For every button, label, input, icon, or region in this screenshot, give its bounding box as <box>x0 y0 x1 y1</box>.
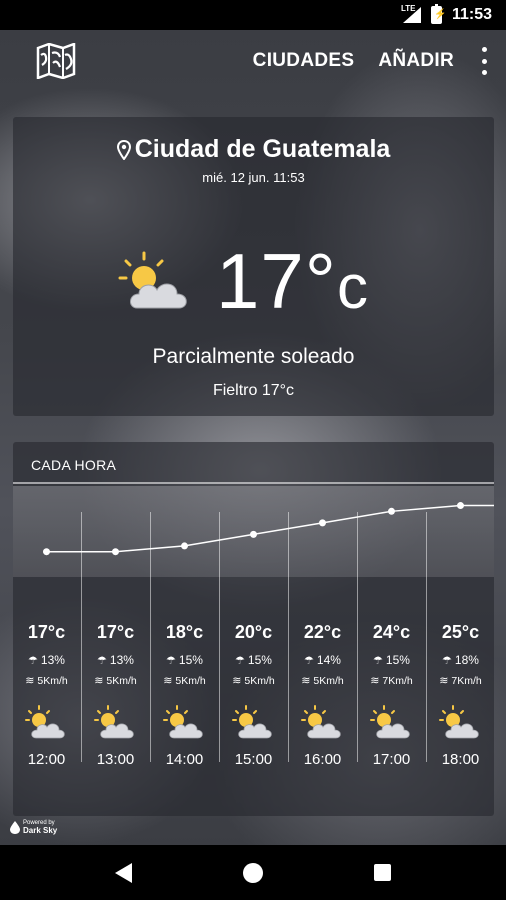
temperature-point <box>457 502 464 510</box>
wind-icon: ≋ <box>370 675 380 687</box>
temperature-line <box>46 504 494 553</box>
hour-temperature: 17°c <box>96 622 135 642</box>
umbrella-icon: ☂ <box>166 654 176 667</box>
partly-sunny-icon <box>24 705 65 739</box>
partly-sunny-icon <box>93 705 134 739</box>
hourly-forecast-card: CADA HORA 17°c ☂ 13% ≋ 5Km/h 12:00 17°c ☂ 13% ≋ 5K… <box>13 442 494 816</box>
temperature-point <box>250 530 257 538</box>
location-pin-icon <box>116 139 131 160</box>
hour-column: 25°c ☂ 18% ≋ 7Km/h 18:00 <box>426 622 494 768</box>
hour-temperature: 25°c <box>441 622 480 642</box>
umbrella-icon: ☂ <box>28 654 38 667</box>
hour-time: 12:00 <box>27 751 66 768</box>
back-button[interactable] <box>115 862 133 883</box>
hour-rain-chance: ☂ 14% <box>304 653 341 667</box>
umbrella-icon: ☂ <box>235 654 245 667</box>
weather-condition: Parcialmente soleado <box>152 345 355 368</box>
hour-wind-speed: ≋ 7Km/h <box>370 674 413 688</box>
current-temperature: 17°c <box>216 237 369 325</box>
hour-rain-chance: ☂ 15% <box>235 653 272 667</box>
hourly-title: CADA HORA <box>13 442 494 484</box>
hour-temperature: 17°c <box>27 622 66 642</box>
hour-rain-chance: ☂ 13% <box>28 653 65 667</box>
hour-time: 17:00 <box>372 751 411 768</box>
hour-rain-chance: ☂ 15% <box>166 653 203 667</box>
city-name[interactable]: Ciudad de Guatemala <box>116 135 391 164</box>
hour-column: 17°c ☂ 13% ≋ 5Km/h 12:00 <box>13 622 81 768</box>
hour-wind-speed: ≋ 5Km/h <box>25 674 68 688</box>
temperature-point <box>319 519 326 527</box>
signal-icon: LTE <box>401 4 421 23</box>
umbrella-icon: ☂ <box>97 654 107 667</box>
hour-rain-chance: ☂ 13% <box>97 653 134 667</box>
map-icon[interactable] <box>36 43 76 79</box>
status-bar: LTE ⚡ 11:53 <box>0 0 506 30</box>
current-weather-card: Ciudad de Guatemala mié. 12 jun. 11:53 1… <box>13 117 494 416</box>
umbrella-icon: ☂ <box>442 654 452 667</box>
temperature-curve <box>43 502 494 556</box>
wind-icon: ≋ <box>94 675 104 687</box>
hour-rain-chance: ☂ 18% <box>442 653 479 667</box>
partly-sunny-icon <box>438 705 479 739</box>
hour-temperature: 22°c <box>303 622 342 642</box>
hour-column: 24°c ☂ 15% ≋ 7Km/h 17:00 <box>357 622 426 768</box>
temperature-point <box>181 542 188 550</box>
hour-time: 14:00 <box>165 751 204 768</box>
hour-wind-speed: ≋ 7Km/h <box>439 674 482 688</box>
hour-rain-chance: ☂ 15% <box>373 653 410 667</box>
hour-time: 15:00 <box>234 751 273 768</box>
current-datetime: mié. 12 jun. 11:53 <box>202 170 305 185</box>
hour-time: 18:00 <box>441 751 480 768</box>
clock: 11:53 <box>451 6 492 23</box>
home-button[interactable] <box>242 862 263 883</box>
partly-sunny-icon <box>369 705 410 739</box>
hour-wind-speed: ≋ 5Km/h <box>163 674 206 688</box>
wind-icon: ≋ <box>439 675 449 687</box>
hour-temperature: 20°c <box>234 622 273 642</box>
umbrella-icon: ☂ <box>373 654 383 667</box>
hour-column: 18°c ☂ 15% ≋ 5Km/h 14:00 <box>150 622 219 768</box>
wind-icon: ≋ <box>301 675 311 687</box>
hour-time: 16:00 <box>303 751 342 768</box>
partly-sunny-icon <box>231 705 272 739</box>
wind-icon: ≋ <box>232 675 242 687</box>
system-nav-bar <box>0 845 506 900</box>
hour-wind-speed: ≋ 5Km/h <box>232 674 275 688</box>
hour-time: 13:00 <box>96 751 135 768</box>
feels-like: Fieltro 17°c <box>212 382 295 399</box>
hour-temperature: 18°c <box>165 622 204 642</box>
wind-icon: ≋ <box>25 675 35 687</box>
partly-sunny-icon <box>118 251 187 309</box>
battery-icon: ⚡ <box>430 4 446 24</box>
hour-column: 17°c ☂ 13% ≋ 5Km/h 13:00 <box>81 622 150 768</box>
hour-column: 22°c ☂ 14% ≋ 5Km/h 16:00 <box>288 622 357 768</box>
add-city-button[interactable]: AÑADIR <box>378 50 454 72</box>
powered-by-dark-sky[interactable]: Powered by Dark Sky <box>10 820 57 835</box>
wind-icon: ≋ <box>163 675 173 687</box>
city-label: Ciudad de Guatemala <box>134 135 391 163</box>
overflow-menu-icon[interactable] <box>480 47 488 75</box>
hour-wind-speed: ≋ 5Km/h <box>301 674 344 688</box>
app-bar: CIUDADES AÑADIR <box>0 30 506 92</box>
temperature-point <box>388 507 395 515</box>
partly-sunny-icon <box>300 705 341 739</box>
cities-button[interactable]: CIUDADES <box>253 50 355 72</box>
hour-column: 20°c ☂ 15% ≋ 5Km/h 15:00 <box>219 622 288 768</box>
recents-button[interactable] <box>373 864 391 881</box>
umbrella-icon: ☂ <box>304 654 314 667</box>
temperature-point <box>112 548 119 556</box>
temperature-point <box>43 548 50 556</box>
dark-sky-logo-icon <box>10 820 20 834</box>
partly-sunny-icon <box>162 705 203 739</box>
hour-wind-speed: ≋ 5Km/h <box>94 674 137 688</box>
hour-temperature: 24°c <box>372 622 411 642</box>
